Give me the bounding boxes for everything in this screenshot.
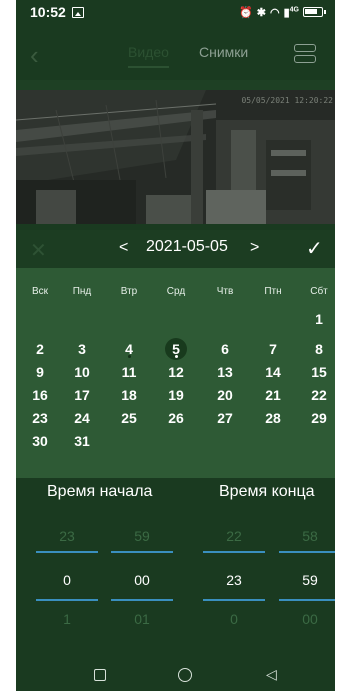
end-hour-picker[interactable]: 22 23 0	[203, 524, 265, 634]
checkmark-icon[interactable]: ✓	[306, 236, 323, 261]
picker-line	[203, 551, 265, 553]
calendar-day[interactable]: 27	[201, 407, 249, 429]
close-icon[interactable]: ✕	[30, 238, 47, 263]
status-icons: ⏰ ✱ ◠ ▮4G	[239, 5, 326, 19]
weekday-label: Втр	[120, 286, 138, 297]
calendar-day[interactable]: 8	[295, 338, 335, 360]
picker-line	[279, 551, 335, 553]
back-triangle-icon[interactable]: ◁	[266, 666, 277, 683]
calendar-day[interactable]: 7	[249, 338, 297, 360]
time-range-picker: Время начала Время конца 23 0 1 59 00 01…	[16, 478, 335, 638]
start-hour-next: 1	[63, 611, 71, 627]
status-time: 10:52	[30, 4, 66, 20]
calendar-day[interactable]: 17	[58, 384, 106, 406]
calendar-day[interactable]: 26	[152, 407, 200, 429]
picker-line	[279, 599, 335, 601]
end-minute-current: 59	[302, 572, 318, 588]
weekday-label: Птн	[264, 286, 282, 297]
tab-snapshots[interactable]: Снимки	[199, 44, 248, 60]
phone-screen: 10:52 ⏰ ✱ ◠ ▮4G ‹ Видео Снимки 05/05/202…	[16, 0, 335, 691]
system-nav-bar: ◁	[16, 638, 335, 691]
video-timestamp: 05/05/2021 12:20:22	[241, 96, 333, 105]
calendar-day[interactable]: 20	[201, 384, 249, 406]
start-hour-prev: 23	[59, 528, 75, 544]
back-chevron-icon[interactable]: ‹	[30, 42, 39, 68]
weekday-label: Пнд	[72, 286, 92, 297]
calendar-day[interactable]: 12	[152, 361, 200, 383]
start-minute-prev: 59	[134, 528, 150, 544]
picker-line	[203, 599, 265, 601]
calendar-day[interactable]: 10	[58, 361, 106, 383]
calendar-day[interactable]: 28	[249, 407, 297, 429]
picker-line	[111, 599, 173, 601]
storage-icon[interactable]	[294, 44, 318, 64]
calendar-day[interactable]: 11	[105, 361, 153, 383]
next-month-chevron-icon[interactable]: >	[250, 239, 259, 257]
prev-month-chevron-icon[interactable]: <	[119, 239, 128, 257]
calendar-day[interactable]: 30	[16, 430, 64, 452]
calendar-day[interactable]: 24	[58, 407, 106, 429]
end-minute-picker[interactable]: 58 59 00	[279, 524, 335, 634]
camera-frame-image	[16, 90, 335, 224]
signal-icon: ▮4G	[283, 5, 299, 19]
calendar-day[interactable]: 2	[16, 338, 64, 360]
end-minute-next: 00	[302, 611, 318, 627]
home-circle-icon[interactable]	[178, 668, 192, 682]
start-minute-next: 01	[134, 611, 150, 627]
recents-square-icon[interactable]	[94, 669, 106, 681]
calendar-day[interactable]: 21	[249, 384, 297, 406]
calendar-day[interactable]: 9	[16, 361, 64, 383]
image-notification-icon	[71, 6, 84, 18]
end-hour-next: 0	[230, 611, 238, 627]
calendar-day[interactable]: 13	[201, 361, 249, 383]
weekday-label: Вск	[31, 286, 49, 297]
start-minute-current: 00	[134, 572, 150, 588]
calendar-grid: Вск Пнд Втр Срд Чтв Птн Сбт 1 2 3 4 5 6 7 8 9 10 11 12 13 1…	[16, 268, 335, 478]
calendar-day[interactable]: 18	[105, 384, 153, 406]
calendar-day[interactable]: 31	[58, 430, 106, 452]
calendar-day[interactable]: 25	[105, 407, 153, 429]
calendar-day[interactable]: 1	[295, 308, 335, 330]
calendar-day[interactable]: 22	[295, 384, 335, 406]
calendar-day[interactable]: 19	[152, 384, 200, 406]
end-hour-current: 23	[226, 572, 242, 588]
calendar-day[interactable]: 6	[201, 338, 249, 360]
bluetooth-icon: ✱	[256, 6, 266, 19]
header: ‹ Видео Снимки	[16, 24, 335, 90]
weekday-row: Вск Пнд Втр Срд Чтв Птн Сбт	[16, 286, 335, 302]
recording-dot-icon	[128, 355, 131, 358]
header-divider	[16, 80, 335, 90]
end-time-label: Время конца	[219, 483, 315, 500]
picker-line	[36, 551, 98, 553]
calendar-day[interactable]: 15	[295, 361, 335, 383]
alarm-icon: ⏰	[239, 6, 253, 19]
start-hour-picker[interactable]: 23 0 1	[36, 524, 98, 634]
battery-icon	[303, 7, 326, 17]
calendar-header: ✕ < 2021-05-05 > ✓	[16, 230, 335, 268]
start-time-label: Время начала	[47, 483, 153, 500]
picker-line	[111, 551, 173, 553]
calendar-day[interactable]: 14	[249, 361, 297, 383]
weekday-label: Чтв	[216, 286, 234, 297]
recording-dot-icon	[175, 355, 178, 358]
calendar-day[interactable]: 3	[58, 338, 106, 360]
calendar-day[interactable]: 29	[295, 407, 335, 429]
network-type: 4G	[289, 5, 299, 13]
video-preview[interactable]: 05/05/2021 12:20:22	[16, 90, 335, 224]
end-hour-prev: 22	[226, 528, 242, 544]
picker-line	[36, 599, 98, 601]
weekday-label: Сбт	[310, 286, 328, 297]
start-hour-current: 0	[63, 572, 71, 588]
tab-video[interactable]: Видео	[128, 44, 169, 68]
calendar-day[interactable]: 23	[16, 407, 64, 429]
weekday-label: Срд	[166, 286, 186, 297]
end-minute-prev: 58	[302, 528, 318, 544]
start-minute-picker[interactable]: 59 00 01	[111, 524, 173, 634]
calendar-title: 2021-05-05	[146, 238, 228, 255]
calendar-day[interactable]: 16	[16, 384, 64, 406]
status-bar: 10:52 ⏰ ✱ ◠ ▮4G	[16, 0, 335, 24]
wifi-icon: ◠	[269, 6, 280, 19]
